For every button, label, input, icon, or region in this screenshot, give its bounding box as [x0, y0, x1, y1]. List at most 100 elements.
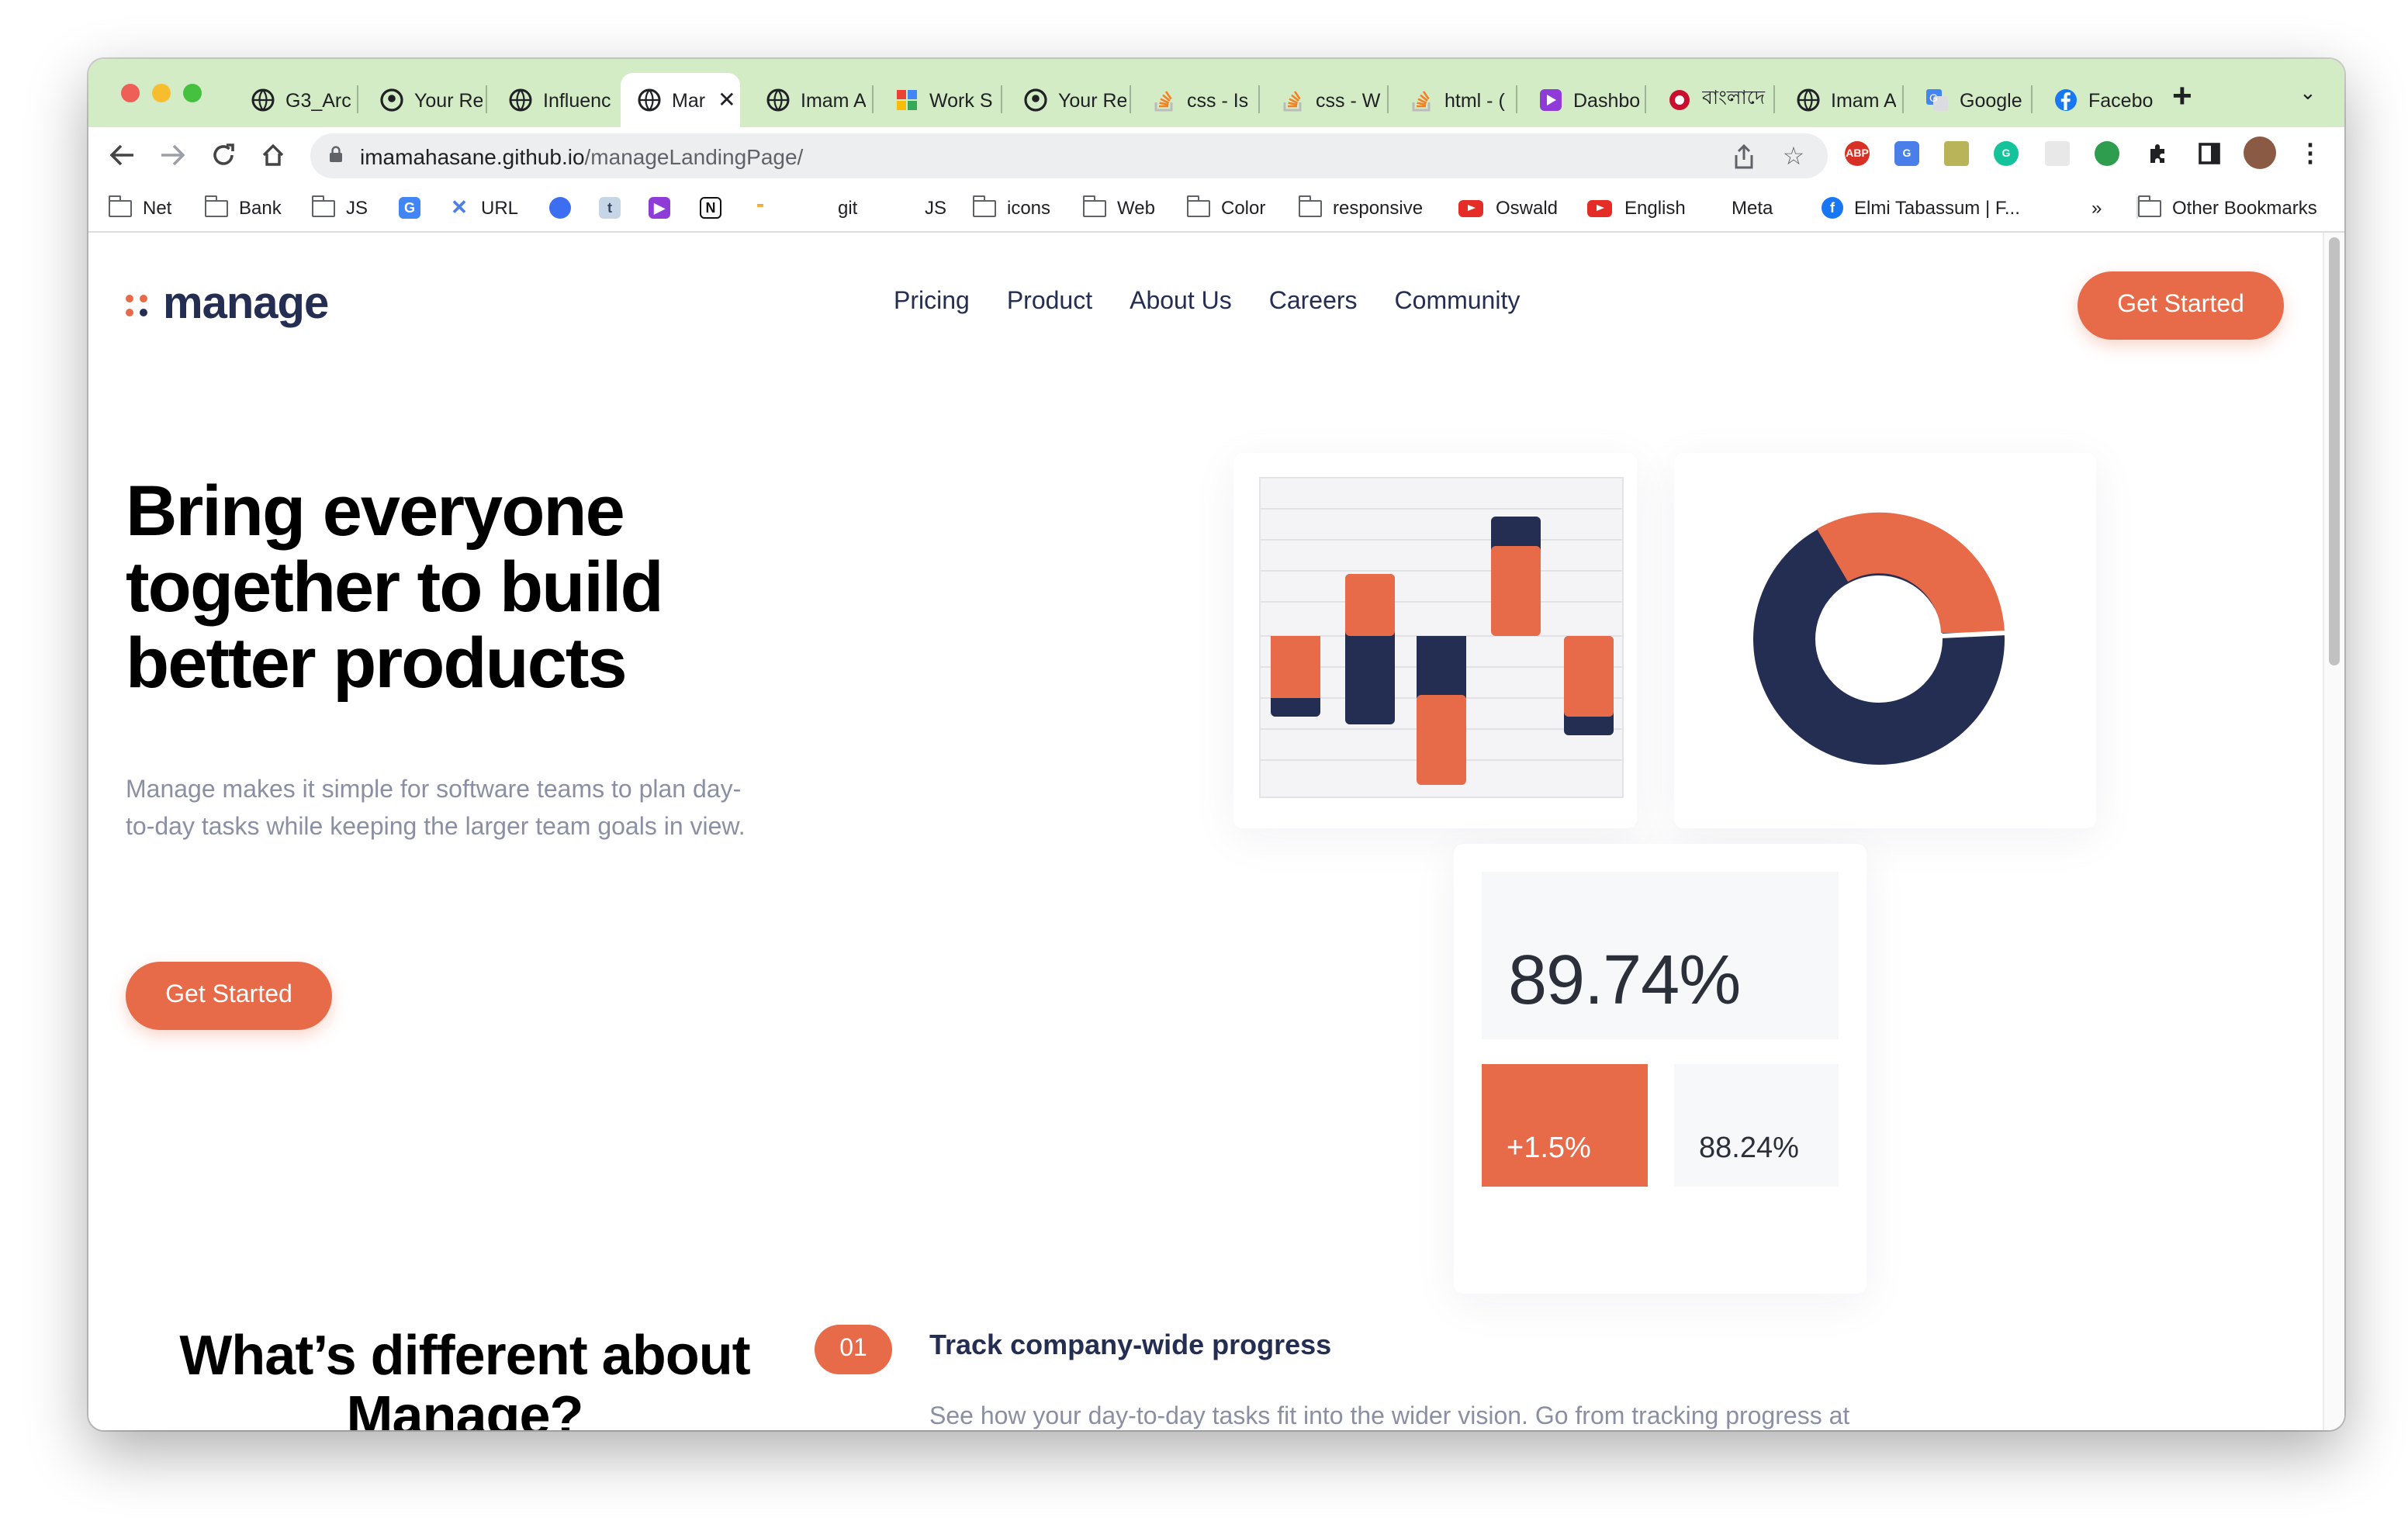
nav-pricing[interactable]: Pricing — [894, 289, 970, 316]
tab-label: Facebo — [2088, 89, 2154, 111]
bookmark-item[interactable]: N — [700, 197, 732, 219]
browser-tab[interactable]: css - W — [1265, 73, 1384, 127]
bookmark-item[interactable]: ▶ — [649, 197, 681, 219]
bookmark-item[interactable]: Oswald — [1458, 197, 1558, 219]
bookmark-item[interactable]: f Elmi Tabassum | F... — [1822, 197, 2020, 219]
bookmark-item[interactable]: icons — [972, 195, 1050, 219]
folder-icon — [108, 195, 132, 216]
browser-tab[interactable]: Facebo — [2037, 73, 2157, 127]
browser-menu-icon[interactable]: ⋮ — [2298, 141, 2323, 168]
minimize-window-button[interactable] — [152, 84, 171, 102]
close-window-button[interactable] — [121, 84, 140, 102]
nav-community[interactable]: Community — [1395, 289, 1521, 316]
browser-tab[interactable]: Dashbo — [1522, 73, 1642, 127]
scrollbar-thumb[interactable] — [2329, 237, 2340, 665]
home-button[interactable] — [258, 140, 289, 171]
other-bookmarks-folder[interactable]: Other Bookmarks — [2136, 195, 2317, 219]
youtube-icon — [1587, 199, 1612, 216]
logo-dots-icon — [126, 291, 149, 319]
hero-get-started-button[interactable]: Get Started — [126, 962, 332, 1030]
bookmark-item[interactable]: Net — [108, 195, 171, 219]
translate-extension-icon[interactable]: G — [1894, 141, 1919, 166]
tab-separator — [1130, 85, 1131, 113]
tab-label: Influenc — [543, 89, 611, 111]
facebook-icon: f — [1822, 197, 1843, 219]
address-bar[interactable]: imamahasane.github.io/manageLandingPage/… — [310, 133, 1828, 178]
bookmarks-overflow-button[interactable]: » — [2091, 197, 2102, 219]
bar-chart-graphic — [1259, 477, 1624, 798]
blank-extension-icon[interactable] — [2045, 141, 2070, 166]
tab-search-icon[interactable]: ⌄ — [2299, 81, 2316, 105]
close-tab-icon[interactable]: ✕ — [718, 87, 735, 113]
tab-label: css - Is — [1187, 89, 1249, 111]
back-button[interactable] — [107, 140, 138, 171]
page-scrollbar[interactable] — [2323, 233, 2344, 1430]
github-icon — [379, 88, 403, 112]
folder-icon — [1082, 195, 1106, 216]
browser-tab[interactable]: Imam A — [749, 73, 869, 127]
tumblr-icon: t — [599, 197, 621, 219]
grid-app-icon — [894, 88, 919, 112]
browser-tab[interactable]: Imam A — [1780, 73, 1899, 127]
tab-separator — [357, 85, 358, 113]
forward-button[interactable] — [157, 140, 188, 171]
bookmark-item[interactable]: JS — [925, 197, 946, 219]
bookmark-item[interactable]: t — [599, 197, 631, 219]
zoom-window-button[interactable] — [183, 84, 202, 102]
feature-text: See how your day-to-day tasks fit into t… — [929, 1404, 1850, 1430]
bookmark-item[interactable]: ✕ URL — [448, 195, 518, 219]
nav-careers[interactable]: Careers — [1269, 289, 1358, 316]
folder-icon — [972, 195, 996, 216]
browser-tab[interactable]: css - Is — [1136, 73, 1255, 127]
tab-label: বাংলাদে — [1702, 86, 1765, 108]
green-extension-icon[interactable] — [2095, 141, 2119, 166]
dashboard-app-icon — [1538, 88, 1562, 112]
browser-tab[interactable]: html - ( — [1393, 73, 1513, 127]
tab-label: html - ( — [1444, 89, 1505, 111]
reload-button[interactable] — [208, 140, 239, 171]
bookmark-item[interactable]: JS — [311, 195, 368, 219]
share-icon[interactable] — [1730, 143, 1758, 171]
bookmark-item[interactable]: Color — [1186, 195, 1265, 219]
bookmark-item[interactable]: ⁼ — [749, 197, 782, 219]
stat-change-value: +1.5% — [1507, 1132, 1591, 1165]
bookmark-label: Bank — [239, 197, 282, 219]
bookmark-item[interactable]: G — [399, 197, 431, 219]
browser-tab[interactable]: Your Re — [1007, 73, 1126, 127]
tab-separator — [1773, 85, 1775, 113]
nav-get-started-button[interactable]: Get Started — [2078, 271, 2284, 340]
nav-product[interactable]: Product — [1007, 289, 1092, 316]
browser-tab[interactable]: Mar ✕ — [621, 73, 740, 127]
browser-tab[interactable]: Influenc — [492, 73, 611, 127]
profile-avatar[interactable] — [2244, 137, 2276, 169]
bookmark-item[interactable]: English — [1587, 197, 1686, 219]
browser-tab[interactable]: Your Re — [363, 73, 483, 127]
browser-tab[interactable]: Work S — [878, 73, 998, 127]
page-viewport: manage Pricing Product About Us Careers … — [88, 233, 2344, 1430]
bookmark-item[interactable]: Bank — [204, 195, 282, 219]
globe-icon — [507, 88, 532, 112]
adblock-extension-icon[interactable]: ABP — [1845, 141, 1870, 166]
bookmark-item[interactable]: git — [838, 197, 857, 219]
manage-logo[interactable]: manage — [126, 279, 329, 330]
extensions-puzzle-icon[interactable] — [2146, 141, 2171, 166]
notes-extension-icon[interactable] — [1944, 141, 1969, 166]
browser-tab[interactable]: G3_Arc — [234, 73, 354, 127]
side-panel-icon[interactable] — [2197, 141, 2222, 166]
grammarly-extension-icon[interactable]: G — [1994, 141, 2019, 166]
url-tool-icon: ✕ — [451, 195, 468, 219]
browser-tab[interactable]: G Google — [1908, 73, 2028, 127]
svg-text:G: G — [1929, 92, 1937, 104]
browser-tab[interactable]: বাংলাদে — [1651, 73, 1770, 127]
nav-about-us[interactable]: About Us — [1130, 289, 1232, 316]
bookmark-item[interactable]: responsive — [1298, 195, 1423, 219]
bookmark-item[interactable]: Web — [1082, 195, 1155, 219]
bookmark-item[interactable]: Meta — [1732, 197, 1773, 219]
tab-label: Dashbo — [1573, 89, 1641, 111]
back-arrow-icon — [110, 144, 133, 166]
bookmark-item[interactable] — [549, 197, 582, 219]
browser-window: G3_Arc Your Re Influenc Mar ✕ Imam A Work S You… — [88, 59, 2344, 1430]
bookmark-star-icon[interactable]: ☆ — [1780, 143, 1808, 171]
translate-icon: G — [1924, 88, 1949, 112]
new-tab-button[interactable]: + — [2172, 78, 2192, 113]
